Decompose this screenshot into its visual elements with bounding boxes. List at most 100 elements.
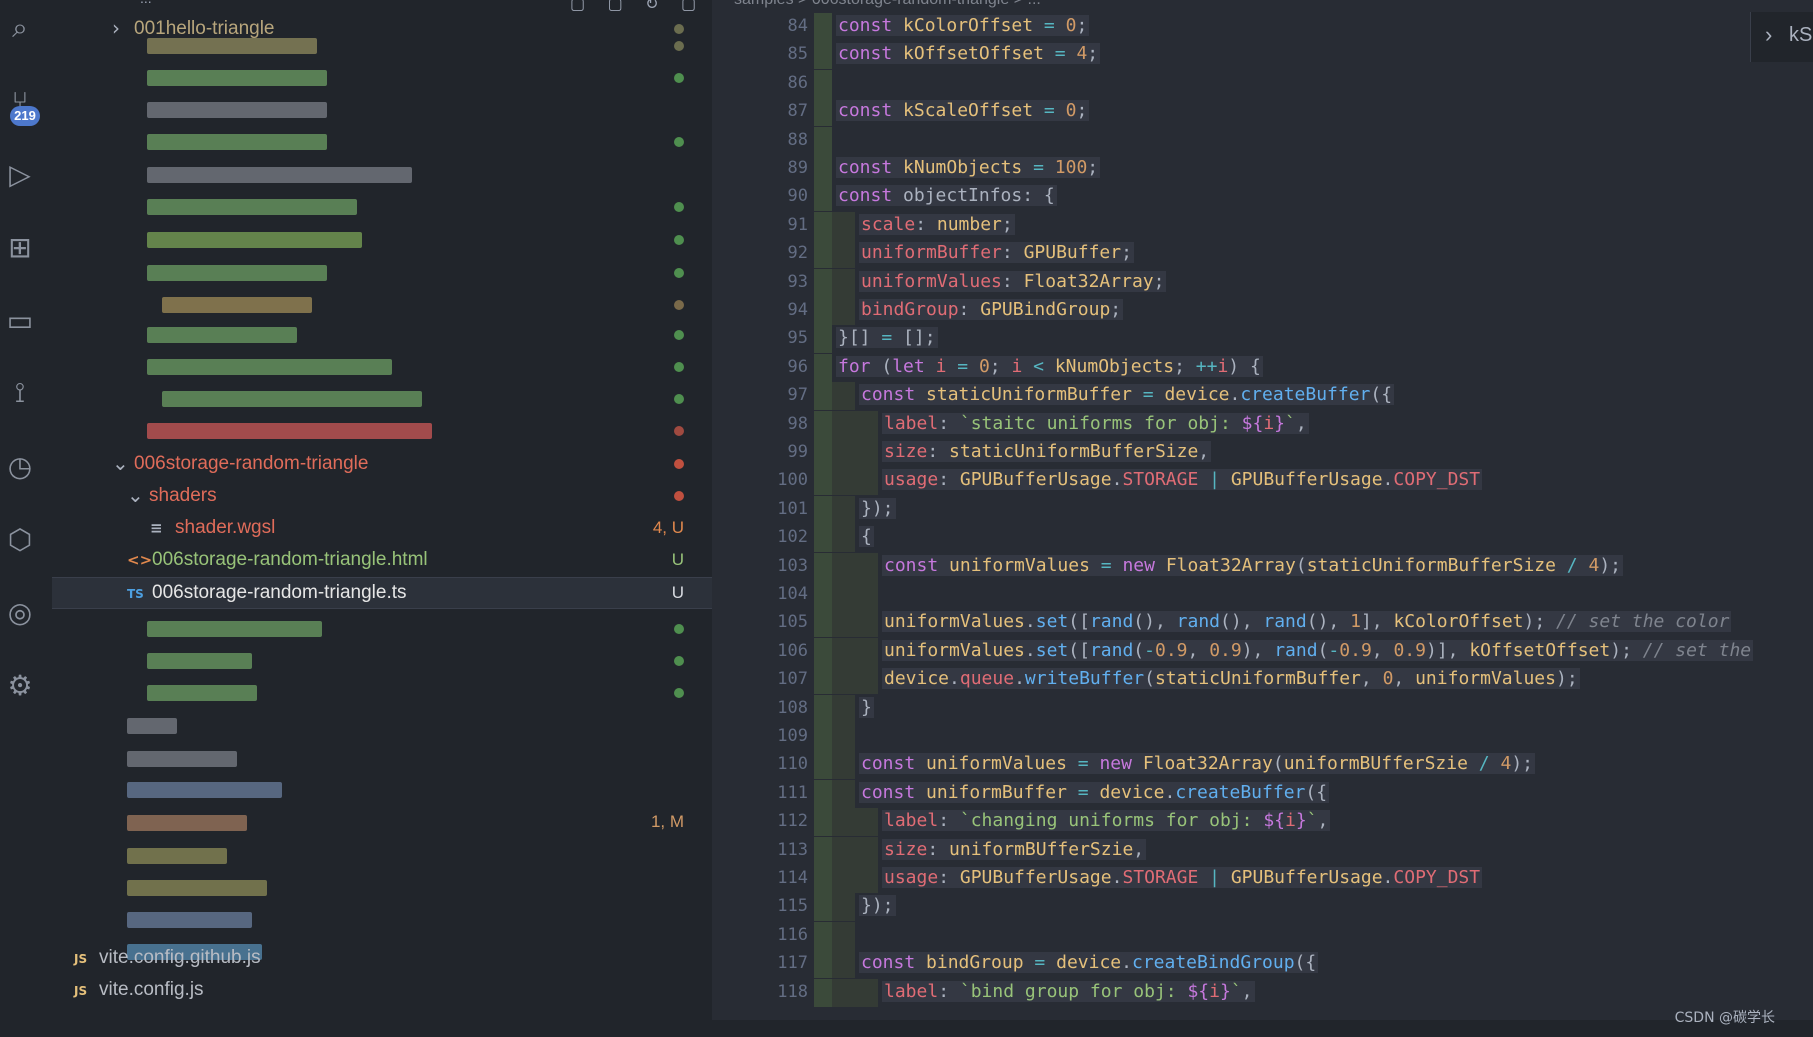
code-text[interactable]: label: `bind group for obj: ${i}`, xyxy=(882,980,1255,1002)
code-line[interactable]: 114 usage: GPUBufferUsage.STORAGE | GPUBu… xyxy=(712,865,1813,893)
code-line[interactable]: 86 xyxy=(712,69,1813,98)
code-text[interactable]: for (let i = 0; i < kNumObjects; ++i) { xyxy=(836,355,1263,377)
obscured-tree-item[interactable] xyxy=(52,258,712,288)
obscured-tree-item[interactable] xyxy=(52,416,712,446)
packages-icon[interactable]: ⬡ xyxy=(2,521,38,557)
code-line[interactable]: 99 size: staticUniformBufferSize, xyxy=(712,439,1813,467)
code-text[interactable]: const kNumObjects = 100; xyxy=(836,157,1101,178)
code-text[interactable]: label: `staitc uniforms for obj: ${i}`, xyxy=(882,412,1309,434)
code-line[interactable]: 105 uniformValues.set([rand(), rand(), ra… xyxy=(712,609,1813,638)
code-text[interactable]: } xyxy=(859,696,874,718)
code-line[interactable]: 94 bindGroup: GPUBindGroup; xyxy=(712,297,1813,325)
collapse-icon[interactable]: ▢ xyxy=(681,0,696,13)
obscured-tree-item[interactable] xyxy=(52,711,712,741)
obscured-tree-item[interactable] xyxy=(52,775,712,805)
code-editor[interactable]: samples > 006storage-random-triangle > .… xyxy=(712,0,1813,1037)
code-text[interactable]: { xyxy=(859,526,874,548)
obscured-tree-item[interactable] xyxy=(52,127,712,157)
code-line[interactable]: 104 xyxy=(712,581,1813,609)
obscured-tree-item[interactable] xyxy=(52,290,712,320)
code-text[interactable]: const uniformBuffer = device.createBuffe… xyxy=(859,781,1330,803)
code-text[interactable]: size: uniformBUfferSzie, xyxy=(882,838,1147,860)
horizontal-scrollbar[interactable] xyxy=(712,1020,1813,1037)
code-text[interactable]: bindGroup: GPUBindGroup; xyxy=(859,299,1124,320)
code-line[interactable]: 89 const kNumObjects = 100; xyxy=(712,155,1813,183)
code-line[interactable]: 85 const kOffsetOffset = 4; xyxy=(712,41,1813,70)
code-text[interactable]: const bindGroup = device.createBindGroup… xyxy=(859,952,1319,974)
peek-panel[interactable]: › kS xyxy=(1750,12,1813,62)
tree-file-item[interactable]: JS vite.config.js xyxy=(52,975,712,1005)
breadcrumb[interactable]: samples > 006storage-random-triangle > .… xyxy=(734,0,1041,9)
new-folder-icon[interactable]: ▢ xyxy=(608,0,623,13)
obscured-tree-item[interactable] xyxy=(52,225,712,255)
code-text[interactable]: }); xyxy=(859,895,896,917)
live-share-icon[interactable]: ◎ xyxy=(2,594,38,630)
code-text[interactable]: const kOffsetOffset = 4; xyxy=(836,43,1101,65)
obscured-tree-item[interactable] xyxy=(52,873,712,903)
obscured-tree-item[interactable] xyxy=(52,95,712,125)
code-text[interactable]: const staticUniformBuffer = device.creat… xyxy=(859,384,1395,406)
code-text[interactable]: const uniformValues = new Float32Array(u… xyxy=(859,753,1535,775)
code-text[interactable]: const kScaleOffset = 0; xyxy=(836,100,1090,122)
code-text[interactable]: const objectInfos: { xyxy=(836,185,1057,207)
code-line[interactable]: 95}[] = []; xyxy=(712,325,1813,354)
code-line[interactable]: 111 const uniformBuffer = device.createBu… xyxy=(712,779,1813,808)
remote-explorer-icon[interactable]: ▭ xyxy=(2,302,38,338)
code-line[interactable]: 93 uniformValues: Float32Array; xyxy=(712,268,1813,297)
code-text[interactable]: uniformBuffer: GPUBuffer; xyxy=(859,242,1134,264)
code-line[interactable]: 87 const kScaleOffset = 0; xyxy=(712,98,1813,127)
code-text[interactable]: usage: GPUBufferUsage.STORAGE | GPUBuffe… xyxy=(882,469,1483,491)
code-line[interactable]: 117 const bindGroup = device.createBindGr… xyxy=(712,950,1813,979)
obscured-tree-item[interactable] xyxy=(52,160,712,190)
obscured-tree-item[interactable] xyxy=(52,905,712,935)
code-text[interactable]: size: staticUniformBufferSize, xyxy=(882,441,1212,462)
obscured-tree-item[interactable] xyxy=(52,808,712,838)
obscured-tree-item[interactable] xyxy=(52,63,712,93)
code-text[interactable]: const uniformValues = new Float32Array(s… xyxy=(882,554,1624,576)
code-line[interactable]: 88 xyxy=(712,126,1813,155)
code-line[interactable]: 90 const objectInfos: { xyxy=(712,183,1813,212)
code-text[interactable]: uniformValues.set([rand(), rand(), rand(… xyxy=(882,611,1732,633)
search-icon[interactable]: ⌕ xyxy=(2,10,38,46)
code-line[interactable]: 84 const kColorOffset = 0; xyxy=(712,13,1813,41)
tree-file-item[interactable]: TS 006storage-random-triangle.ts U xyxy=(52,577,712,609)
new-file-icon[interactable]: ▢ xyxy=(570,0,585,13)
code-line[interactable]: 96 for (let i = 0; i < kNumObjects; ++i) … xyxy=(712,353,1813,382)
obscured-tree-item[interactable] xyxy=(52,646,712,676)
obscured-tree-item[interactable] xyxy=(52,678,712,708)
code-text[interactable]: uniformValues: Float32Array; xyxy=(859,270,1167,292)
run-debug-icon[interactable]: ▷ xyxy=(2,156,38,192)
code-text[interactable]: const kColorOffset = 0; xyxy=(836,15,1090,36)
obscured-tree-item[interactable] xyxy=(52,841,712,871)
tree-file-item[interactable]: <> 006storage-random-triangle.html U xyxy=(52,545,712,575)
code-line[interactable]: 100 usage: GPUBufferUsage.STORAGE | GPUBu… xyxy=(712,467,1813,496)
code-line[interactable]: 116 xyxy=(712,921,1813,950)
code-line[interactable]: 110 const uniformValues = new Float32Arra… xyxy=(712,751,1813,780)
code-text[interactable]: uniformValues.set([rand(-0.9, 0.9), rand… xyxy=(882,639,1754,661)
code-text[interactable]: scale: number; xyxy=(859,213,1015,235)
code-line[interactable]: 91 scale: number; xyxy=(712,211,1813,240)
code-line[interactable]: 92 uniformBuffer: GPUBuffer; xyxy=(712,240,1813,269)
code-line[interactable]: 113 size: uniformBUfferSzie, xyxy=(712,836,1813,865)
obscured-tree-item[interactable] xyxy=(52,744,712,774)
code-text[interactable]: }[] = []; xyxy=(836,327,938,349)
code-text[interactable]: device.queue.writeBuffer(staticUniformBu… xyxy=(882,668,1580,690)
chevron-down-icon[interactable]: ⌄ xyxy=(127,483,144,507)
tree-folder-item[interactable]: ⌄ 006storage-random-triangle xyxy=(52,449,712,479)
code-line[interactable]: 109 xyxy=(712,723,1813,751)
code-text[interactable]: }); xyxy=(859,497,896,519)
refresh-icon[interactable]: ↻ xyxy=(645,0,658,13)
code-line[interactable]: 115}); xyxy=(712,893,1813,922)
obscured-tree-item[interactable] xyxy=(52,384,712,414)
code-text[interactable]: label: `changing uniforms for obj: ${i}`… xyxy=(882,810,1331,832)
settings-sync-icon[interactable]: ⚙ xyxy=(2,667,38,703)
code-line[interactable]: 107 device.queue.writeBuffer(staticUnifor… xyxy=(712,666,1813,695)
obscured-tree-item[interactable] xyxy=(52,614,712,644)
code-line[interactable]: 108} xyxy=(712,694,1813,723)
code-line[interactable]: 118 label: `bind group for obj: ${i}`, xyxy=(712,978,1813,1007)
obscured-tree-item[interactable] xyxy=(52,320,712,350)
git-graph-icon[interactable]: ⟟ xyxy=(2,375,38,411)
chevron-right-icon[interactable]: › xyxy=(1765,22,1772,48)
code-line[interactable]: 102 { xyxy=(712,524,1813,553)
code-line[interactable]: 112 label: `changing uniforms for obj: ${… xyxy=(712,808,1813,837)
